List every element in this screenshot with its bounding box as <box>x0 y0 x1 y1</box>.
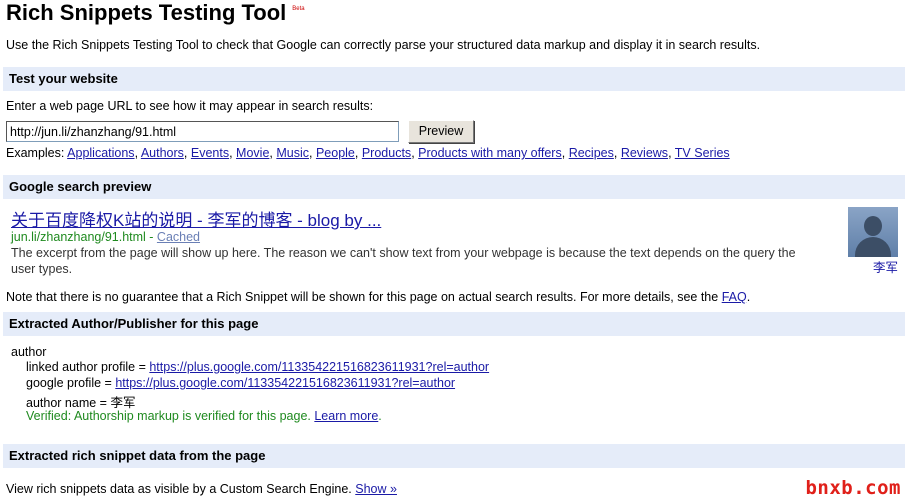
example-link-reviews[interactable]: Reviews <box>621 146 668 160</box>
page-header: Rich Snippets Testing Tool Beta <box>6 0 305 26</box>
section-header-author-publisher: Extracted Author/Publisher for this page <box>3 312 905 336</box>
rich-snippet-text: View rich snippets data as visible by a … <box>6 482 356 496</box>
example-link-products-many-offers[interactable]: Products with many offers <box>418 146 562 160</box>
result-excerpt-line1: The excerpt from the page will show up h… <box>11 246 796 260</box>
cached-link[interactable]: Cached <box>157 230 200 244</box>
section-header-test-website: Test your website <box>3 67 905 91</box>
linked-profile-row: linked author profile = https://plus.goo… <box>26 360 489 374</box>
author-root-label: author <box>11 345 47 359</box>
learn-more-link[interactable]: Learn more <box>314 409 378 423</box>
intro-text: Use the Rich Snippets Testing Tool to ch… <box>6 38 761 52</box>
result-excerpt-line2: user types. <box>11 262 73 276</box>
example-link-tv-series[interactable]: TV Series <box>675 146 730 160</box>
note-text: Note that there is no guarantee that a R… <box>6 290 722 304</box>
note-row: Note that there is no guarantee that a R… <box>6 290 750 304</box>
beta-badge: Beta <box>292 6 305 12</box>
result-url-row: jun.li/zhanzhang/91.html - Cached <box>11 230 200 244</box>
url-separator: - <box>145 230 157 244</box>
author-avatar[interactable] <box>848 207 898 257</box>
linked-profile-link[interactable]: https://plus.google.com/1133542215168236… <box>149 360 489 374</box>
result-title-link[interactable]: 关于百度降权K站的说明 - 李军的博客 - blog by ... <box>11 211 381 230</box>
avatar-head-shape <box>864 216 882 236</box>
google-profile-link[interactable]: https://plus.google.com/1133542215168236… <box>115 376 455 390</box>
author-name-label: author name = <box>26 396 111 410</box>
url-prompt: Enter a web page URL to see how it may a… <box>6 99 374 113</box>
url-input[interactable] <box>6 121 399 142</box>
example-link-music[interactable]: Music <box>276 146 309 160</box>
section-header-rich-snippet: Extracted rich snippet data from the pag… <box>3 444 905 468</box>
page-title: Rich Snippets Testing Tool <box>6 0 287 25</box>
avatar-body-shape <box>855 237 891 257</box>
note-end: . <box>746 290 751 304</box>
result-title-row: 关于百度降权K站的说明 - 李军的博客 - blog by ... <box>11 206 381 231</box>
example-link-people[interactable]: People <box>316 146 355 160</box>
example-link-events[interactable]: Events <box>191 146 229 160</box>
rich-snippet-row: View rich snippets data as visible by a … <box>6 482 397 496</box>
show-link[interactable]: Show » <box>355 482 397 496</box>
section-header-search-preview: Google search preview <box>3 175 905 199</box>
google-profile-label: google profile = <box>26 376 116 390</box>
example-link-authors[interactable]: Authors <box>141 146 184 160</box>
result-url: jun.li/zhanzhang/91.html <box>11 230 146 244</box>
examples-label: Examples: <box>6 146 65 160</box>
google-profile-row: google profile = https://plus.google.com… <box>26 376 455 390</box>
verified-text: Verified: Authorship markup is verified … <box>26 409 315 423</box>
author-name-value: 李军 <box>110 396 136 410</box>
examples-row: Examples: Applications, Authors, Events,… <box>6 146 730 160</box>
example-link-recipes[interactable]: Recipes <box>569 146 614 160</box>
verified-row: Verified: Authorship markup is verified … <box>26 409 382 423</box>
verified-end: . <box>378 409 382 423</box>
faq-link[interactable]: FAQ <box>722 290 747 304</box>
preview-button[interactable]: Preview <box>408 120 474 143</box>
example-link-applications[interactable]: Applications <box>67 146 134 160</box>
watermark-logo: bnxb.com <box>805 477 901 499</box>
example-link-movie[interactable]: Movie <box>236 146 269 160</box>
author-avatar-name[interactable]: 李军 <box>873 257 898 276</box>
linked-profile-label: linked author profile = <box>26 360 150 374</box>
example-link-products[interactable]: Products <box>362 146 411 160</box>
